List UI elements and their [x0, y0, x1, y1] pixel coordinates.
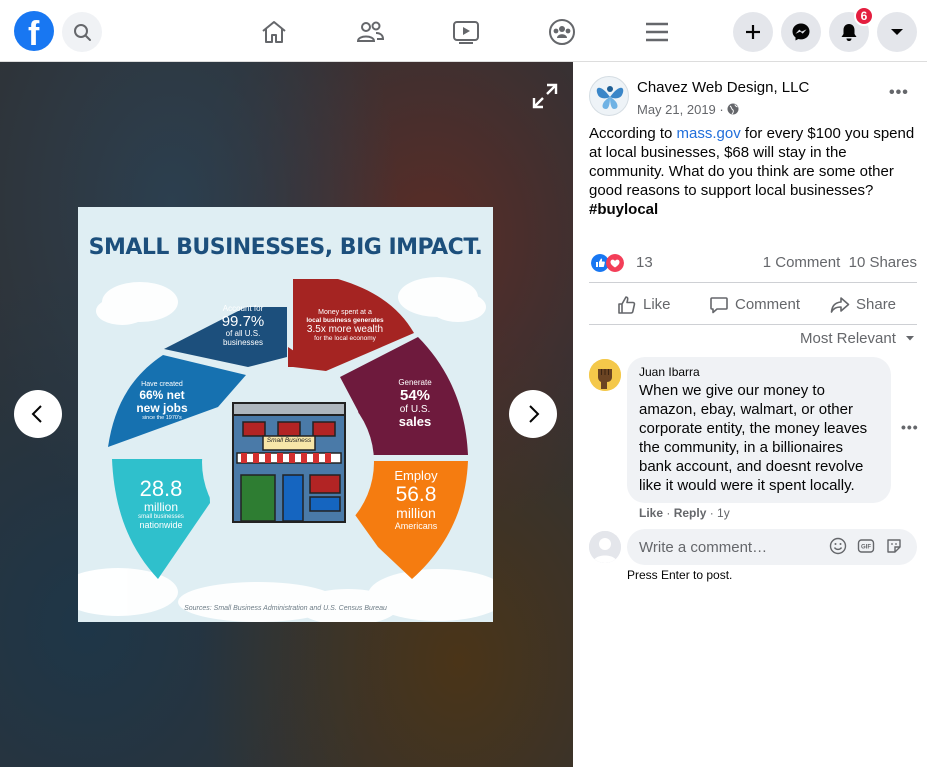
share-label: Share [856, 296, 897, 313]
comment-actions: Like · Reply · 1y [639, 506, 730, 520]
comment-sort-dropdown[interactable]: Most Relevant [800, 330, 916, 347]
bell-icon [841, 24, 857, 41]
post-panel: Chavez Web Design, LLC May 21, 2019 · ••… [573, 62, 927, 767]
page-avatar[interactable] [589, 76, 629, 116]
comment-author[interactable]: Juan Ibarra [639, 365, 879, 379]
default-avatar-icon [589, 531, 621, 563]
user-avatar[interactable] [589, 531, 621, 563]
comment-text: When we give our money to amazon, ebay, … [639, 382, 868, 494]
post-options-icon[interactable]: ••• [889, 84, 909, 102]
chevron-right-icon [529, 405, 540, 423]
account-menu-button[interactable] [877, 12, 917, 52]
search-button[interactable] [62, 12, 102, 52]
reaction-count[interactable]: 13 [636, 254, 653, 271]
comment-bubble: Juan Ibarra When we give our money to am… [627, 357, 891, 503]
comment-like-link[interactable]: Like [639, 506, 663, 520]
messenger-icon [792, 23, 810, 41]
infographic-sources: Sources: Small Business Administration a… [184, 605, 387, 612]
segment-line: Americans [394, 520, 438, 531]
friends-icon[interactable] [355, 17, 385, 47]
divider [589, 282, 917, 283]
svg-text:GIF: GIF [861, 545, 871, 551]
small-business-infographic: SMALL BUSINESSES, BIG IMPACT. Account fo… [78, 207, 493, 622]
top-navigation-bar: f 6 [0, 0, 927, 62]
segment-line: sales [398, 414, 432, 430]
write-comment-placeholder: Write a comment… [639, 539, 768, 556]
write-comment-input[interactable]: Write a comment… GIF [627, 529, 917, 565]
segment-businesses: Account for 99.7% of all U.S. businesses [208, 304, 278, 348]
expand-icon[interactable] [531, 82, 559, 110]
segment-line: new jobs [136, 400, 188, 415]
segment-line: 28.8 [139, 476, 183, 501]
store-sign: Small Business [266, 437, 312, 444]
watch-icon[interactable] [451, 17, 481, 47]
shares-count[interactable]: 10 Shares [849, 254, 917, 271]
post-date-text: May 21, 2019 · [637, 102, 728, 117]
butterfly-logo-icon [596, 86, 624, 109]
segment-line: 99.7% [221, 312, 265, 330]
plus-icon [746, 25, 760, 39]
segment-line: million [396, 505, 436, 522]
caret-down-icon [906, 336, 915, 341]
segment-local-wealth: Money spent at a local business generate… [293, 309, 397, 342]
segment-line: local business generates [306, 316, 384, 324]
page-name[interactable]: Chavez Web Design, LLC [637, 79, 809, 96]
sticker-icon[interactable] [885, 537, 903, 555]
thumbs-up-icon [618, 296, 636, 314]
segment-line: 54% [399, 386, 431, 404]
segment-line: 56.8 [395, 483, 437, 507]
segment-line: 3.5x more wealth [306, 323, 384, 335]
commenter-avatar[interactable] [589, 359, 621, 391]
segment-line: Employ [394, 468, 438, 483]
globe-icon [727, 103, 739, 115]
segment-line: million [143, 500, 178, 515]
hashtag-link[interactable]: #buylocal [589, 201, 658, 218]
previous-photo-button[interactable] [14, 390, 62, 438]
segment-sales: Generate 54% of U.S. sales [378, 378, 452, 430]
press-enter-hint: Press Enter to post. [627, 568, 733, 582]
next-photo-button[interactable] [509, 390, 557, 438]
like-label: Like [643, 296, 671, 313]
segment-line: for the local economy [314, 334, 376, 342]
post-message: According to mass.gov for every $100 you… [589, 124, 919, 219]
raised-fist-icon [589, 359, 621, 391]
comment-reply-link[interactable]: Reply [674, 506, 707, 520]
segment-line: since the 1970's [142, 415, 182, 422]
segment-new-jobs: Have created 66% net new jobs since the … [124, 381, 200, 421]
sort-label: Most Relevant [800, 330, 896, 347]
engagement-counts: 1 Comment 10 Shares [763, 254, 917, 271]
post-text-part: According to [589, 125, 677, 142]
gif-icon[interactable]: GIF [857, 537, 875, 555]
photo-viewer: SMALL BUSINESSES, BIG IMPACT. Account fo… [0, 62, 573, 767]
infographic-title: SMALL BUSINESSES, BIG IMPACT. [88, 235, 483, 260]
create-button[interactable] [733, 12, 773, 52]
groups-icon[interactable] [547, 17, 577, 47]
menu-icon[interactable] [642, 17, 672, 47]
divider [589, 324, 917, 325]
love-reaction-icon [606, 254, 624, 272]
comment-options-icon[interactable]: ••• [901, 419, 919, 435]
segment-employment: Employ 56.8 million Americans [378, 468, 454, 532]
comment-icon [710, 297, 728, 314]
comments-count[interactable]: 1 Comment [763, 254, 841, 271]
segment-line: Money spent at a [318, 309, 372, 316]
comment-time[interactable]: 1y [717, 506, 730, 520]
segment-line: businesses [222, 338, 264, 348]
home-icon[interactable] [259, 17, 289, 47]
segment-small-businesses: 28.8 million small businesses nationwide [122, 476, 200, 531]
emoji-icon[interactable] [829, 537, 847, 555]
caret-down-icon [891, 29, 903, 35]
share-icon [830, 297, 850, 313]
messenger-button[interactable] [781, 12, 821, 52]
post-date[interactable]: May 21, 2019 · [637, 102, 739, 117]
segment-line: 66% net [139, 387, 185, 402]
facebook-logo-letter: f [28, 15, 40, 53]
facebook-logo[interactable]: f [14, 11, 54, 53]
segment-line: nationwide [139, 519, 183, 530]
comment-label: Comment [735, 296, 801, 313]
search-icon [74, 24, 91, 41]
chevron-left-icon [31, 405, 42, 423]
post-link[interactable]: mass.gov [677, 125, 741, 142]
notification-count-badge: 6 [854, 6, 874, 26]
